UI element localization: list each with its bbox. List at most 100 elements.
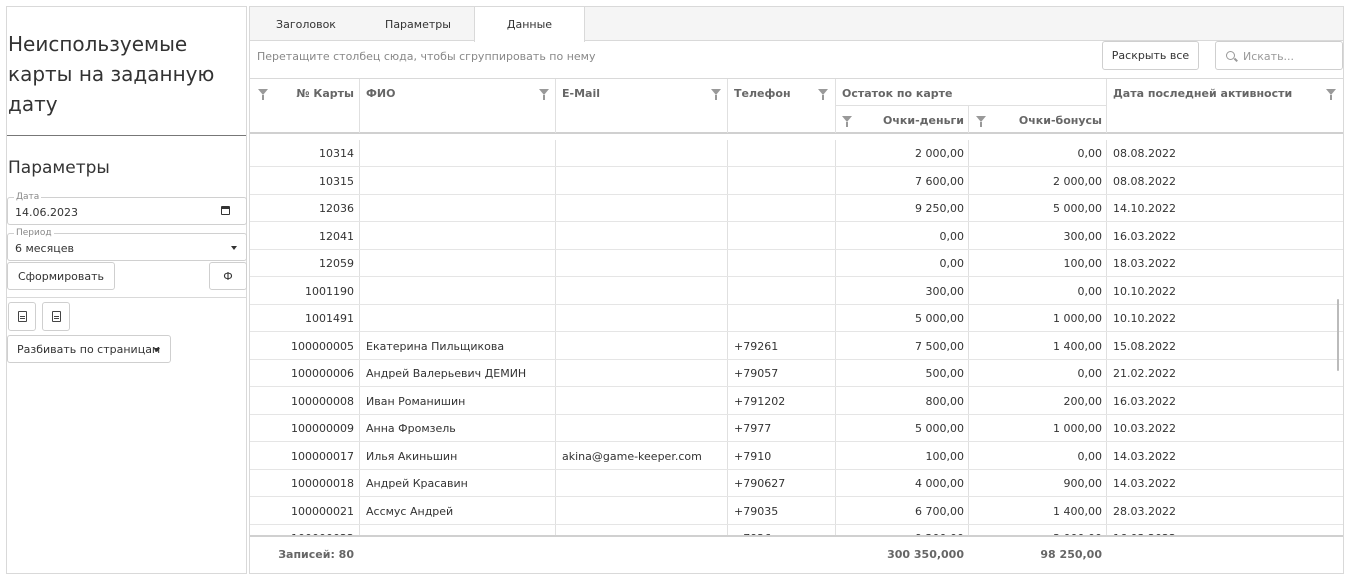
cell-card-number: 100000009 — [291, 422, 354, 435]
cell-last-activity: 16.03.2022 — [1113, 229, 1176, 243]
cell-card-number: 100000006 — [291, 367, 354, 380]
group-panel-hint: Перетащите столбец сюда, чтобы сгруппиро… — [257, 50, 596, 63]
table-row[interactable]: 1001190 300,00 0,00 10.10.2022 — [250, 278, 1343, 305]
export-pdf-button[interactable] — [42, 302, 70, 331]
table-row[interactable]: 100000006 Андрей Валерьевич ДЕМИН +79057 50… — [250, 360, 1343, 387]
cell-email — [562, 388, 724, 415]
tab-data[interactable]: Данные — [474, 7, 585, 42]
cell-email — [562, 140, 724, 167]
filter-icon[interactable] — [976, 116, 986, 127]
col-divider — [835, 79, 836, 133]
document-export-icon — [51, 311, 61, 322]
table-row[interactable]: 100000022 +7926 9 200,00 3 000,00 16.03.2022 — [250, 525, 1343, 535]
col-points-money[interactable]: Очки-деньги — [858, 114, 964, 127]
cell-phone — [734, 195, 808, 222]
cell-points-bonus: 2 000,00 — [1053, 174, 1102, 188]
cell-card-number: 1001491 — [305, 312, 354, 325]
table-row[interactable]: 100000017 Илья Акиньшин akina@game-keeper.… — [250, 443, 1343, 470]
cell-email — [562, 333, 724, 360]
filter-icon[interactable] — [539, 89, 549, 100]
cell-last-activity: 28.03.2022 — [1113, 504, 1176, 518]
filter-icon[interactable] — [711, 89, 721, 100]
cell-points-bonus: 1 000,00 — [1053, 312, 1102, 325]
document-icon — [17, 311, 27, 322]
cell-points-money: 0,00 — [939, 257, 965, 270]
period-select[interactable]: Период 6 месяцев — [7, 227, 247, 261]
generate-button[interactable]: Сформировать — [7, 262, 115, 290]
col-phone[interactable]: Телефон — [734, 87, 791, 100]
cell-points-bonus: 0,00 — [1077, 449, 1103, 463]
cell-points-money: 9 250,00 — [915, 202, 964, 215]
cell-card-number: 100000008 — [291, 394, 354, 408]
table-row[interactable]: 10314 2 000,00 0,00 08.08.2022 — [250, 140, 1343, 167]
date-field[interactable]: Дата 14.06.2023 — [7, 191, 247, 225]
cell-last-activity: 14.10.2022 — [1113, 202, 1176, 215]
expand-all-button[interactable]: Раскрыть все — [1102, 41, 1199, 70]
cell-last-activity: 10.10.2022 — [1113, 284, 1176, 298]
cell-points-money: 500,00 — [925, 367, 965, 380]
paging-dropdown[interactable]: Разбивать по страницам — [7, 335, 171, 363]
col-divider — [555, 79, 556, 133]
cell-fio — [366, 195, 552, 222]
filter-icon[interactable] — [818, 89, 828, 100]
cell-fio: Ассмус Андрей — [366, 504, 454, 518]
cell-last-activity: 14.03.2022 — [1113, 449, 1176, 463]
tab-header[interactable]: Заголовок — [250, 7, 362, 41]
table-row[interactable]: 100000008 Иван Романишин +791202 800,00 200,… — [250, 388, 1343, 415]
date-value: 14.06.2023 — [15, 206, 78, 219]
filter-icon[interactable] — [842, 116, 852, 127]
cell-points-bonus: 1 400,00 — [1053, 504, 1102, 518]
filter-icon[interactable] — [258, 89, 268, 100]
col-points-bonus[interactable]: Очки-бонусы — [992, 114, 1102, 127]
grid-body: 10314 2 000,00 0,00 08.08.2022 10315 7 600,00… — [250, 140, 1343, 535]
cell-points-money: 4 000,00 — [915, 477, 964, 490]
cell-fio — [366, 140, 552, 167]
cell-points-money: 5 000,00 — [915, 312, 964, 325]
table-row[interactable]: 10315 7 600,00 2 000,00 08.08.2022 — [250, 168, 1343, 195]
table-row[interactable]: 12036 9 250,00 5 000,00 14.10.2022 — [250, 195, 1343, 222]
cell-last-activity: 15.08.2022 — [1113, 339, 1176, 353]
total-points-money: 300 350,000 — [887, 548, 964, 561]
title-divider — [7, 135, 246, 136]
cell-points-bonus: 0,00 — [1077, 367, 1103, 380]
table-row[interactable]: 12041 0,00 300,00 16.03.2022 — [250, 223, 1343, 250]
vertical-scrollbar[interactable] — [1337, 299, 1339, 371]
cell-email — [562, 195, 724, 222]
col-fio[interactable]: ФИО — [366, 87, 395, 100]
calendar-icon[interactable] — [221, 206, 230, 215]
cell-fio: Андрей Красавин — [366, 477, 468, 490]
cell-fio: Андрей Валерьевич ДЕМИН — [366, 367, 527, 380]
col-email[interactable]: E-Mail — [562, 87, 600, 100]
filter-icon[interactable] — [1326, 89, 1336, 100]
table-row[interactable]: 100000005 Екатерина Пильщикова +79261 7 500… — [250, 333, 1343, 360]
cell-points-bonus: 900,00 — [1063, 477, 1103, 490]
table-row[interactable]: 1001491 5 000,00 1 000,00 10.10.2022 — [250, 305, 1343, 332]
cell-email — [562, 250, 724, 277]
table-row[interactable]: 100000018 Андрей Красавин +790627 4 000,00 9… — [250, 470, 1343, 497]
cell-phone: +79035 — [734, 504, 779, 518]
col-card-number[interactable]: № Карты — [274, 87, 354, 100]
band-divider — [835, 105, 1106, 106]
cell-points-money: 7 500,00 — [915, 339, 964, 353]
cell-email — [562, 360, 724, 387]
cell-points-bonus: 100,00 — [1063, 257, 1103, 270]
cell-fio: Анна Фромзель — [366, 422, 456, 435]
search-placeholder: Искать... — [1243, 50, 1295, 63]
cell-fio: Екатерина Пильщикова — [366, 339, 505, 353]
table-row[interactable]: 12059 0,00 100,00 18.03.2022 — [250, 250, 1343, 277]
search-box[interactable]: Искать... — [1215, 41, 1343, 70]
cell-phone: +79261 — [734, 339, 779, 353]
col-last-activity[interactable]: Дата последней активности — [1113, 87, 1292, 100]
cell-phone — [734, 223, 808, 250]
period-value: 6 месяцев — [15, 242, 74, 255]
table-row[interactable]: 100000021 Ассмус Андрей +79035 6 700,00 1 40… — [250, 498, 1343, 525]
tab-parameters[interactable]: Параметры — [362, 7, 474, 41]
cell-email — [562, 223, 724, 250]
cell-points-money: 9 200,00 — [835, 525, 964, 535]
export-excel-button[interactable] — [8, 302, 36, 331]
extra-button[interactable]: Ф — [209, 262, 247, 290]
cell-points-bonus: 300,00 — [1063, 229, 1103, 243]
cell-email — [562, 470, 724, 497]
table-row[interactable]: 100000009 Анна Фромзель +7977 5 000,00 1 000… — [250, 415, 1343, 442]
cell-points-money: 7 600,00 — [915, 174, 964, 188]
